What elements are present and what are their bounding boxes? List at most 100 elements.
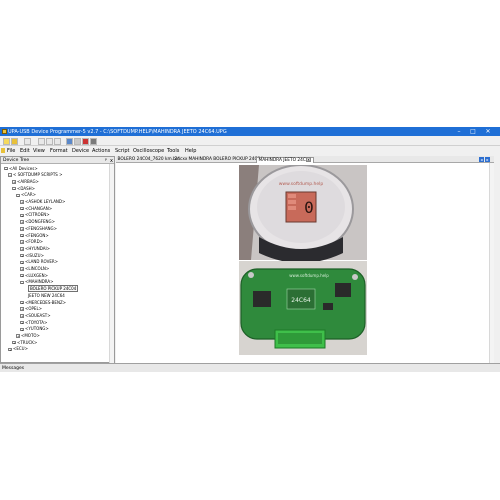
expand-icon[interactable]: + (8, 347, 12, 352)
expand-icon[interactable]: + (20, 233, 24, 238)
pcb-connector-pins (278, 333, 322, 344)
tree-item[interactable]: +<ASHOK LEYLAND> (20, 199, 65, 205)
expand-icon[interactable]: + (20, 247, 24, 251)
panel-close-icon[interactable]: x (110, 158, 113, 164)
menu-file[interactable]: File (7, 148, 15, 154)
collapse-icon[interactable]: − (20, 280, 24, 285)
cut-icon[interactable] (38, 137, 45, 145)
paste-icon[interactable] (54, 137, 61, 145)
open-icon[interactable] (11, 137, 18, 145)
menu-tools[interactable]: Tools (167, 148, 179, 154)
expand-icon[interactable]: + (20, 220, 24, 224)
tree-item-label: BOLERO PICKUP 24C04 (28, 285, 79, 293)
tree-item[interactable]: +<MERCEDES-BENZ> (20, 300, 66, 306)
title-bar[interactable]: UPA-USB Device Programmer-5 v2.7 - C:\SO… (0, 127, 500, 136)
expand-icon[interactable]: + (20, 307, 24, 311)
save-icon[interactable] (24, 137, 31, 145)
expand-icon[interactable]: + (20, 240, 24, 244)
expand-icon[interactable]: + (20, 314, 24, 318)
tree-item[interactable]: +<ECU> (8, 346, 28, 352)
tree-item[interactable]: JEETO NEW 24C64 (28, 293, 65, 299)
expand-icon[interactable]: + (20, 267, 24, 271)
menu-oscilloscope[interactable]: Oscilloscope (133, 148, 164, 154)
expand-icon[interactable]: + (20, 227, 24, 231)
tree-item[interactable]: +<CHANGAN> (20, 206, 52, 212)
menu-format[interactable]: Format (50, 148, 68, 154)
expand-icon[interactable]: + (20, 260, 24, 265)
tree-item-label: <SOUEAST> (25, 312, 51, 318)
menu-help[interactable]: Help (185, 148, 196, 154)
document-scrollbar[interactable] (489, 163, 494, 363)
tree-item[interactable]: −<CAR> (16, 192, 36, 198)
tree-item[interactable]: +<LUXGEN> (20, 273, 48, 279)
tree-item-label: <CAR> (21, 192, 37, 198)
tree-item[interactable]: +<DONGFENG> (20, 219, 55, 225)
device-icon[interactable] (66, 137, 73, 145)
tree-item[interactable]: +<MOTO> (16, 333, 40, 339)
menu-script[interactable]: Script (115, 148, 130, 154)
pcb-mount-hole-right (352, 274, 358, 280)
tab-bolero-pickup[interactable]: MAHINDRA BOLERO PICKUP 24C04 (187, 157, 264, 164)
expand-icon[interactable]: + (20, 253, 24, 258)
tree-item-label: <LINCOLN> (25, 266, 50, 271)
collapse-icon[interactable]: − (16, 193, 20, 198)
expand-icon[interactable]: + (16, 334, 20, 338)
tree-item[interactable]: +<FENGON> (20, 233, 49, 239)
messages-panel: Messages (0, 363, 500, 372)
tree-item[interactable]: +<LAND ROVER> (20, 259, 58, 265)
tree-scrollbar[interactable] (109, 164, 114, 363)
copy-icon[interactable] (46, 137, 53, 145)
read-icon[interactable] (74, 137, 81, 145)
messages-title: Messages (2, 366, 25, 371)
expand-icon[interactable]: + (20, 213, 24, 218)
tree-item[interactable]: +<CITROEN> (20, 212, 50, 218)
tree-item[interactable]: BOLERO PICKUP 24C04 (28, 285, 79, 293)
tree-item[interactable]: +<LINCOLN> (20, 266, 49, 272)
tree-item-label: <MERCEDES-BENZ> (25, 299, 67, 305)
menu-actions[interactable]: Actions (92, 148, 110, 154)
expand-icon[interactable]: + (20, 327, 24, 332)
tree-item[interactable]: +<HYUNDAI> (20, 246, 50, 252)
tab-next-icon[interactable]: ▸ (485, 156, 490, 162)
tree-item[interactable]: −<All Devices> (4, 166, 38, 172)
tree-item-label: <TOYOTA> (25, 319, 48, 325)
tree-item-label: <MOTO> (21, 333, 40, 338)
tree-item[interactable]: +<FENGSHANG> (20, 226, 57, 232)
maximize-button[interactable]: □ (467, 128, 479, 135)
tree-item[interactable]: +<SOUEAST> (20, 313, 51, 319)
tree-item[interactable]: +<OPEL> (20, 306, 42, 312)
expand-icon[interactable]: + (12, 180, 16, 184)
menu-edit[interactable]: Edit (20, 148, 30, 154)
close-button[interactable]: ✕ (482, 128, 494, 135)
tab-prev-icon[interactable]: ◂ (479, 156, 484, 162)
menu-device[interactable]: Device (72, 148, 89, 154)
settings-icon[interactable] (90, 137, 97, 145)
pcb-ic-small (323, 303, 333, 310)
collapse-icon[interactable]: − (4, 166, 8, 171)
stop-icon[interactable] (82, 137, 89, 145)
menu-view[interactable]: View (33, 148, 45, 154)
expand-icon[interactable]: + (20, 206, 24, 211)
tree-item[interactable]: −<DASH> (12, 186, 35, 192)
expand-icon[interactable]: + (12, 340, 16, 345)
device-tree-header: Device Tree ᵖ x (1, 157, 114, 164)
pin-icon[interactable]: ᵖ (105, 158, 107, 164)
tree-item[interactable]: +<AIRBAG> (12, 179, 39, 185)
tree-item[interactable]: −< SOFTDUMP SCRIPTS > (8, 172, 62, 178)
collapse-icon[interactable]: − (8, 173, 12, 177)
minimize-button[interactable]: – (453, 128, 465, 135)
tree-item[interactable]: +<ISUZU> (20, 253, 44, 259)
tab-bolero-bin[interactable]: BOLERO 24C04_7620 km.bin (116, 157, 181, 164)
expand-icon[interactable]: + (20, 273, 24, 278)
tree-item[interactable]: +<TRUCK> (12, 340, 37, 346)
tree-item[interactable]: +<YUTONG> (20, 326, 49, 332)
tree-item[interactable]: +<TOYOTA> (20, 320, 47, 326)
tree-item[interactable]: +<FORD> (20, 239, 43, 245)
display-segment-a (288, 194, 296, 198)
expand-icon[interactable]: + (20, 300, 24, 305)
new-icon[interactable] (3, 137, 10, 145)
expand-icon[interactable]: + (20, 200, 24, 204)
collapse-icon[interactable]: − (12, 186, 16, 191)
tab-close-icon[interactable]: x (306, 156, 311, 162)
expand-icon[interactable]: + (20, 320, 24, 325)
